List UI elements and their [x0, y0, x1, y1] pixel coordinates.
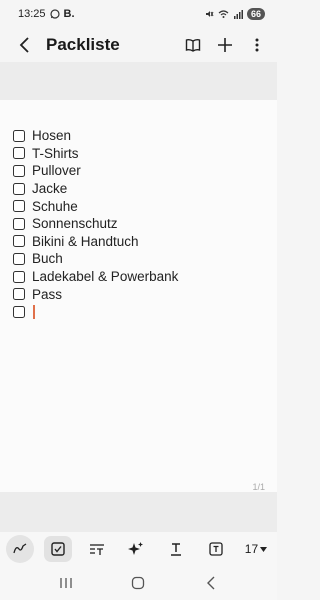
textbox-icon [209, 542, 223, 556]
list-item: Hosen [13, 127, 178, 145]
checkbox[interactable] [13, 200, 25, 213]
checkbox[interactable] [13, 305, 25, 318]
list-item: Ladekabel & Powerbank [13, 268, 178, 286]
checkbox[interactable] [13, 252, 25, 265]
chevron-left-icon [206, 576, 215, 590]
font-size-value: 17 [244, 542, 259, 556]
list-item-label[interactable]: T-Shirts [32, 146, 79, 161]
list-item-label[interactable]: Jacke [32, 181, 67, 196]
page-bottom-margin [0, 492, 277, 532]
ai-assist-button[interactable] [121, 536, 151, 562]
checkbox[interactable] [13, 129, 25, 142]
status-right: 66 [204, 8, 265, 20]
list-item-label[interactable]: Pass [32, 287, 62, 302]
list-item-label[interactable]: Pullover [32, 163, 81, 178]
status-left: 13:25 B. [18, 8, 75, 20]
reading-mode-button[interactable] [183, 35, 203, 55]
back-arrow-icon [19, 37, 29, 53]
back-button[interactable] [14, 34, 36, 56]
appbar-actions [183, 35, 267, 55]
open-book-icon [185, 38, 201, 52]
checkbox[interactable] [13, 147, 25, 160]
text-format-icon [89, 544, 104, 555]
list-item: Sonnenschutz [13, 215, 178, 233]
list-item-label[interactable]: Buch [32, 251, 63, 266]
text-style-button[interactable] [161, 536, 191, 562]
mute-icon [205, 11, 214, 17]
wifi-icon [218, 10, 229, 18]
list-item: Pass [13, 285, 178, 303]
checkbox[interactable] [13, 270, 25, 283]
signal-icon [233, 10, 243, 19]
page-top-margin [0, 62, 277, 100]
dropdown-arrow-icon [260, 546, 268, 552]
checkbox[interactable] [13, 164, 25, 177]
list-item: Schuhe [13, 197, 178, 215]
more-options-button[interactable] [247, 35, 267, 55]
list-item: Bikini & Handtuch [13, 233, 178, 251]
text-cursor [33, 304, 35, 319]
nav-back-button[interactable] [196, 571, 226, 595]
text-format-button[interactable] [82, 536, 112, 562]
list-item-label[interactable]: Schuhe [32, 199, 78, 214]
checkbox-button[interactable] [43, 536, 72, 562]
note-page[interactable]: Hosen T-Shirts Pullover Jacke Schuhe Son… [0, 100, 277, 492]
add-button[interactable] [215, 35, 235, 55]
list-item-label[interactable]: Hosen [32, 128, 71, 143]
list-item-label[interactable]: Bikini & Handtuch [32, 234, 139, 249]
system-nav-bar [0, 566, 277, 600]
status-time: 13:25 [18, 8, 46, 20]
list-item-empty [13, 303, 178, 321]
pen-mode-button[interactable] [6, 535, 34, 563]
list-item: Buch [13, 250, 178, 268]
whatsapp-icon [49, 9, 60, 19]
plus-icon [218, 38, 232, 52]
app-badge: B. [63, 8, 75, 20]
page-title: Packliste [46, 35, 120, 54]
recent-apps-icon [60, 578, 72, 588]
checklist: Hosen T-Shirts Pullover Jacke Schuhe Son… [13, 127, 178, 321]
status-bar: 13:25 B. 66 [0, 0, 277, 28]
font-size-selector[interactable]: 17 [241, 536, 271, 562]
list-item: T-Shirts [13, 145, 178, 163]
checkbox-icon [51, 542, 65, 556]
home-button[interactable] [123, 571, 153, 595]
list-item-label[interactable]: Sonnenschutz [32, 216, 118, 231]
text-underline-icon [171, 543, 182, 556]
battery-icon: 66 [246, 8, 265, 20]
list-item: Jacke [13, 180, 178, 198]
checkbox[interactable] [13, 182, 25, 195]
checkbox[interactable] [13, 217, 25, 230]
editing-toolbar: 17 [0, 532, 277, 566]
more-vert-icon [255, 38, 259, 52]
pen-icon [13, 543, 27, 554]
app-bar: Packliste [0, 28, 277, 62]
checkbox[interactable] [13, 288, 25, 301]
recent-apps-button[interactable] [51, 571, 81, 595]
checkbox[interactable] [13, 235, 25, 248]
textbox-button[interactable] [201, 536, 231, 562]
sparkle-icon [128, 542, 144, 555]
list-item-label[interactable]: Ladekabel & Powerbank [32, 269, 178, 284]
home-icon [132, 576, 145, 590]
page-indicator: 1/1 [252, 482, 265, 492]
list-item: Pullover [13, 162, 178, 180]
